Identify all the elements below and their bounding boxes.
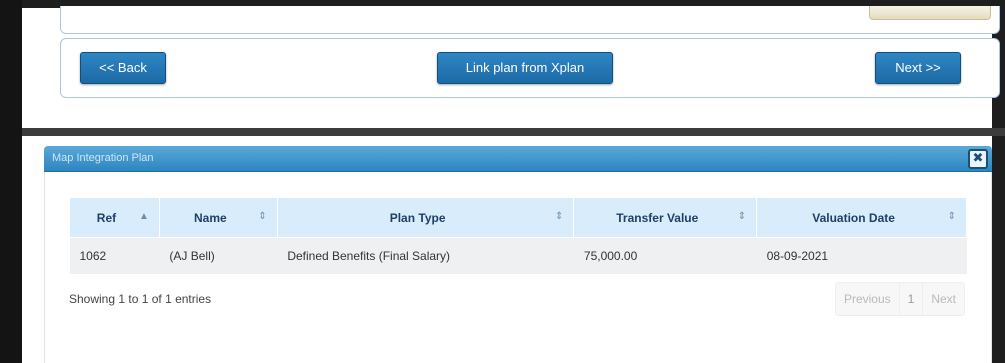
pager-previous-button[interactable]: Previous <box>836 283 899 315</box>
wizard-panel: << Back Link plan from Xplan Next >> <box>22 6 1000 128</box>
column-header-valuation-date[interactable]: Valuation Date ⇕ <box>756 197 967 238</box>
plans-table: Ref ▲ Name ⇕ Plan Type ⇕ Transfer Value … <box>69 197 967 274</box>
left-edge-strip <box>0 0 22 363</box>
next-button[interactable]: Next >> <box>875 52 961 84</box>
navigation-button-bar: << Back Link plan from Xplan Next >> <box>60 38 1000 98</box>
cell-ref: 1062 <box>69 237 160 274</box>
close-icon[interactable]: ✖ <box>968 149 988 169</box>
cell-transfer-value: 75,000.00 <box>573 237 757 274</box>
cell-valuation-date: 08-09-2021 <box>756 237 967 274</box>
cell-plan-type: Defined Benefits (Final Salary) <box>277 237 574 274</box>
column-header-plan-type[interactable]: Plan Type ⇕ <box>276 197 575 238</box>
dialog-panel: Map Integration Plan ✖ Ref ▲ Name ⇕ Plan… <box>22 136 992 363</box>
sort-both-icon: ⇕ <box>737 211 747 222</box>
pager-next-button[interactable]: Next <box>923 283 964 315</box>
column-label: Valuation Date <box>812 210 895 225</box>
previous-section-frame <box>60 6 1000 34</box>
pager-page-1[interactable]: 1 <box>898 283 924 315</box>
column-label: Transfer Value <box>616 210 699 225</box>
column-label: Plan Type <box>389 210 446 225</box>
table-info: Showing 1 to 1 of 1 entries <box>69 292 212 306</box>
pagination: Previous 1 Next <box>834 282 965 316</box>
cell-name: (AJ Bell) <box>159 237 278 274</box>
table-header-row: Ref ▲ Name ⇕ Plan Type ⇕ Transfer Value … <box>69 197 967 238</box>
sort-both-icon: ⇕ <box>258 211 267 222</box>
sort-both-icon: ⇕ <box>947 211 956 222</box>
link-plan-button[interactable]: Link plan from Xplan <box>437 52 613 84</box>
column-header-ref[interactable]: Ref ▲ <box>69 197 160 238</box>
column-label: Ref <box>96 210 117 225</box>
dialog-title-bar[interactable]: Map Integration Plan ✖ <box>44 146 992 172</box>
column-label: Name <box>194 210 227 225</box>
table-row[interactable]: 1062 (AJ Bell) Defined Benefits (Final S… <box>69 237 967 274</box>
sort-both-icon: ⇕ <box>555 211 564 222</box>
sort-asc-icon: ▲ <box>139 211 149 222</box>
dialog-body: Ref ▲ Name ⇕ Plan Type ⇕ Transfer Value … <box>44 172 992 363</box>
back-button[interactable]: << Back <box>80 52 166 84</box>
column-header-name[interactable]: Name ⇕ <box>158 197 278 238</box>
column-header-transfer-value[interactable]: Transfer Value ⇕ <box>573 197 758 238</box>
previous-section-button-stub[interactable] <box>869 6 991 20</box>
dialog-title: Map Integration Plan <box>52 152 154 164</box>
panel-separator <box>22 128 1005 136</box>
